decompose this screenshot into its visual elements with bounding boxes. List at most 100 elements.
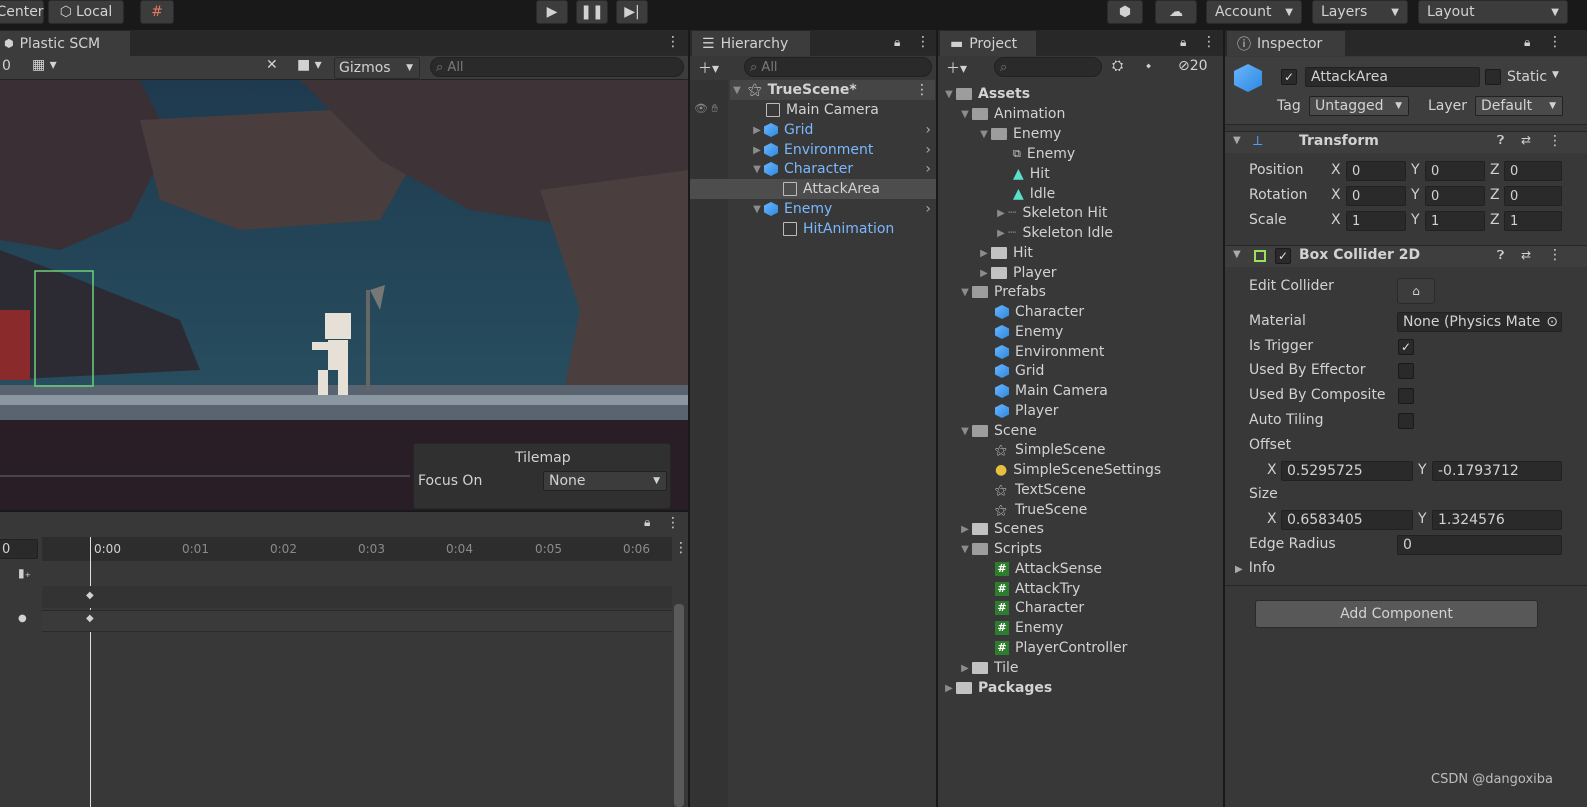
project-item-animation[interactable]: ▼ Animation <box>958 104 1065 124</box>
project-item-textscene[interactable]: ⚝ TextScene <box>995 480 1086 500</box>
project-item-scene-folder[interactable]: ▼ Scene <box>958 421 1037 441</box>
more-menu-icon[interactable]: ⋮ <box>1202 34 1216 50</box>
hierarchy-item-main-camera[interactable]: Main Camera <box>766 100 879 120</box>
static-dropdown-icon[interactable]: ▼ <box>1552 70 1559 80</box>
transform-header[interactable] <box>1225 131 1587 153</box>
project-item-prefabs[interactable]: ▼ Prefabs <box>958 282 1046 302</box>
collider-enabled-checkbox[interactable]: ✓ <box>1275 248 1291 264</box>
tag-dropdown[interactable]: Untagged ▼ <box>1309 96 1409 116</box>
more-menu-icon[interactable]: ⋮ <box>1548 34 1562 50</box>
project-item-main-camera-prefab[interactable]: Main Camera <box>995 381 1108 401</box>
layers-dropdown[interactable]: Layers ▼ <box>1312 0 1408 24</box>
project-item-skeleton-hit[interactable]: ▶ ┈ Skeleton Hit <box>994 203 1107 223</box>
tools-icon[interactable]: ✕ <box>266 57 278 73</box>
is-trigger-checkbox[interactable]: ✓ <box>1398 339 1414 355</box>
project-item-playercontroller[interactable]: # PlayerController <box>995 638 1127 658</box>
record-dot-icon[interactable]: ● <box>18 613 27 624</box>
fold-arrow-icon[interactable]: ▼ <box>1233 135 1241 146</box>
more-menu-icon[interactable]: ⋮ <box>674 540 688 556</box>
add-key-icon[interactable]: ▮₊ <box>18 566 31 580</box>
add-button[interactable]: ＋▾ <box>698 58 719 78</box>
playhead[interactable] <box>90 537 91 807</box>
project-item-attacktry[interactable]: # AttackTry <box>995 579 1080 599</box>
project-item-hit-clip[interactable]: ▲ Hit <box>1013 164 1050 184</box>
hidden-packages-icon[interactable]: ⊘20 <box>1178 58 1208 74</box>
position-y-field[interactable]: 0 <box>1425 161 1485 181</box>
size-x-field[interactable]: 0.6583405 <box>1281 510 1413 530</box>
camera-icon[interactable]: ■ ▾ <box>297 57 322 73</box>
project-item-enemy-folder[interactable]: ▼ Enemy <box>977 124 1061 144</box>
play-button[interactable]: ▶ <box>536 0 568 24</box>
project-item-simplescenesettings[interactable]: ● SimpleSceneSettings <box>995 460 1161 480</box>
used-by-effector-checkbox[interactable] <box>1398 363 1414 379</box>
project-item-truescene[interactable]: ⚝ TrueScene <box>995 500 1087 520</box>
hierarchy-item-character[interactable]: ▼ Character › <box>750 159 935 179</box>
project-item-scripts-folder[interactable]: ▼ Scripts <box>958 539 1042 559</box>
size-y-field[interactable]: 1.324576 <box>1432 510 1562 530</box>
project-item-packages[interactable]: ▶ Packages <box>942 678 1052 698</box>
more-menu-icon[interactable]: ⋮ <box>666 515 680 531</box>
project-item-enemy-controller[interactable]: ⧉ Enemy <box>1013 144 1075 164</box>
edge-radius-field[interactable]: 0 <box>1397 535 1562 555</box>
pause-button[interactable]: ❚❚ <box>576 0 608 24</box>
preset-icon[interactable]: ⇄ <box>1521 133 1531 147</box>
add-component-button[interactable]: Add Component <box>1255 600 1538 628</box>
project-item-player-folder[interactable]: ▶ Player <box>977 263 1056 283</box>
scale-y-field[interactable]: 1 <box>1425 211 1485 231</box>
used-by-composite-checkbox[interactable] <box>1398 388 1414 404</box>
gizmos-dropdown[interactable]: Gizmos ▼ <box>334 57 420 79</box>
hierarchy-item-environment[interactable]: ▶ Environment › <box>750 140 935 160</box>
chevron-right-icon[interactable]: › <box>925 122 931 138</box>
project-item-environment-prefab[interactable]: Environment <box>995 342 1104 362</box>
rotation-x-field[interactable]: 0 <box>1346 186 1406 206</box>
frame-field[interactable]: 0 <box>0 539 38 559</box>
scale-x-field[interactable]: 1 <box>1346 211 1406 231</box>
project-item-assets[interactable]: ▼ Assets <box>942 84 1030 104</box>
info-foldout[interactable]: ▶ Info <box>1235 560 1275 576</box>
project-search-input[interactable]: ⌕ <box>994 57 1102 77</box>
project-item-enemy-script[interactable]: # Enemy <box>995 618 1063 638</box>
tab-project[interactable]: ▬ Project <box>940 31 1036 56</box>
more-menu-icon[interactable]: ⋮ <box>1548 133 1562 149</box>
tab-inspector[interactable]: ⓘ Inspector <box>1227 31 1345 56</box>
layer-dropdown[interactable]: Default ▼ <box>1475 96 1563 116</box>
hierarchy-item-hitanimation[interactable]: HitAnimation <box>783 219 894 239</box>
hierarchy-search-input[interactable]: ⌕ All <box>744 57 932 77</box>
object-picker-icon[interactable]: ⊙ <box>1546 313 1558 331</box>
project-item-idle-clip[interactable]: ▲ Idle <box>1013 184 1055 204</box>
grid-toggle-icon[interactable]: ▦ ▾ <box>32 57 57 73</box>
project-item-hit-folder[interactable]: ▶ Hit <box>977 243 1033 263</box>
filter-label-icon[interactable]: ⬩ <box>1146 58 1151 74</box>
hierarchy-item-attackarea[interactable]: AttackArea <box>783 179 880 199</box>
account-dropdown[interactable]: Account ▼ <box>1206 0 1302 24</box>
layout-dropdown[interactable]: Layout ▼ <box>1418 0 1568 24</box>
eye-icon[interactable]: 👁︎ ✋︎ <box>694 102 718 116</box>
project-item-grid-prefab[interactable]: Grid <box>995 361 1044 381</box>
project-item-tile-folder[interactable]: ▶ Tile <box>958 658 1018 678</box>
more-menu-icon[interactable]: ⋮ <box>666 34 680 50</box>
project-item-simplescene[interactable]: ⚝ SimpleScene <box>995 440 1106 460</box>
hierarchy-item-enemy[interactable]: ▼ Enemy › <box>750 199 935 219</box>
project-item-enemy-prefab[interactable]: Enemy <box>995 322 1063 342</box>
layer-counter[interactable]: 0 <box>2 58 11 74</box>
more-menu-icon[interactable]: ⋮ <box>915 82 929 98</box>
filter-type-icon[interactable]: ⛭ <box>1112 58 1123 74</box>
pivot-local-button[interactable]: ⬡ Local <box>48 0 124 24</box>
position-z-field[interactable]: 0 <box>1504 161 1562 181</box>
lock-icon[interactable]: 🔒︎ <box>894 35 900 50</box>
keyframe-icon[interactable]: ◆ <box>86 613 94 624</box>
chevron-right-icon[interactable]: › <box>925 142 931 158</box>
project-item-player-prefab[interactable]: Player <box>995 401 1059 421</box>
help-icon[interactable]: ❓︎ <box>1497 248 1504 263</box>
scene-search-input[interactable]: ⌕ All <box>430 57 684 77</box>
add-button[interactable]: ＋▾ <box>946 58 967 78</box>
fold-arrow-icon[interactable]: ▼ <box>1233 249 1241 260</box>
lock-icon[interactable]: 🔒︎ <box>644 515 650 530</box>
scene-root-row[interactable]: ▼ ⚝ TrueScene* ⋮ <box>730 80 935 100</box>
position-x-field[interactable]: 0 <box>1346 161 1406 181</box>
pivot-center-button[interactable]: Center <box>0 0 44 24</box>
lock-icon[interactable]: 🔒︎ <box>1180 35 1186 50</box>
timeline-scrollbar[interactable] <box>674 604 684 807</box>
auto-tiling-checkbox[interactable] <box>1398 413 1414 429</box>
static-checkbox[interactable] <box>1485 69 1501 85</box>
